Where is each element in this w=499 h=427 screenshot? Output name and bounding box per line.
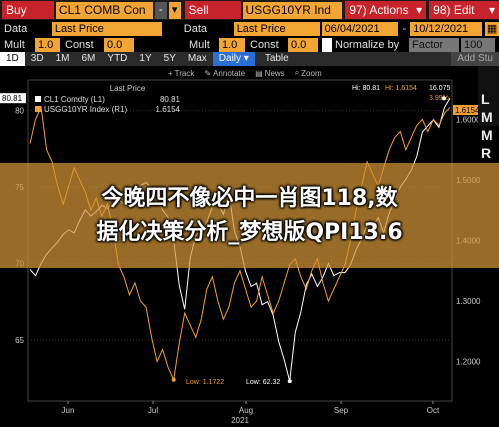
tab-max[interactable]: Max <box>182 52 213 66</box>
chart-legend: Last Price CL1 Comdty (L1) 80.81 USGG10Y… <box>35 84 180 114</box>
hi-left-annotation: Hi: 80.81 <box>352 85 380 92</box>
const2-input[interactable]: 0.0 <box>288 37 318 52</box>
legend-name: USGG10YR Index (R1) <box>44 104 128 114</box>
right-axis-flag-label: 1.6154 <box>455 106 480 115</box>
crosshair-icon: + <box>168 68 173 78</box>
mult2-label: Mult <box>189 38 210 51</box>
date-dash: - <box>402 22 407 35</box>
buy-button[interactable]: Buy <box>2 1 54 19</box>
data2-label: Data <box>183 22 208 35</box>
tab-6m[interactable]: 6M <box>76 52 102 66</box>
actions-label: 97) Actions <box>349 3 409 17</box>
data-select[interactable]: Last Price <box>51 21 162 36</box>
start-date-input[interactable]: 06/04/2021 <box>321 21 399 36</box>
order-toolbar: Buy CL1 COMB Con - ▾ Sell USGG10YR Ind 9… <box>0 0 499 20</box>
zoom-tool[interactable]: ⌕ Zoom <box>295 68 322 78</box>
x-year-label: 2021 <box>231 416 249 425</box>
sell-button[interactable]: Sell <box>184 1 241 19</box>
const-label: Const <box>65 38 94 51</box>
edit-menu[interactable]: 98) Edit ▾ <box>429 1 499 19</box>
table-button[interactable]: Table <box>259 52 295 66</box>
chevron-down-icon: ▾ <box>488 3 495 17</box>
headline-banner: 今晚四不像必中一肖图118,数 据化决策分析_梦想版QPI13.6 <box>0 163 499 268</box>
x-tick-label: Oct <box>427 406 440 415</box>
legend-name: CL1 Comdty (L1) <box>44 94 105 104</box>
annotate-tool[interactable]: ✎ Annotate <box>204 68 245 78</box>
legend-swatch <box>35 96 41 102</box>
add-study-button[interactable]: Add Stu <box>451 52 499 66</box>
chart-tools: + Track ✎ Annotate ▤ News ⌕ Zoom <box>168 68 322 78</box>
stub-letter: R <box>481 145 492 161</box>
mult-label: Mult <box>4 38 25 51</box>
legend-swatch <box>35 106 41 112</box>
frequency-select[interactable]: Daily ▾ <box>212 52 255 66</box>
x-tick-label: Aug <box>239 406 253 415</box>
x-tick-label: Jul <box>148 406 158 415</box>
news-label: News <box>264 68 285 78</box>
left-tick-label: 80 <box>15 107 24 116</box>
banner-line-1: 今晚四不像必中一肖图118,数 <box>101 185 398 211</box>
const-input[interactable]: 0.0 <box>104 37 134 52</box>
low-marker <box>171 377 176 382</box>
actions-menu[interactable]: 97) Actions ▾ <box>345 1 427 19</box>
news-tool[interactable]: ▤ News <box>255 68 285 78</box>
annotate-label: Annotate <box>213 68 246 78</box>
tab-1d[interactable]: 1D <box>0 52 25 66</box>
legend-header: Last Price <box>109 84 146 93</box>
hi-right-annotation: Hi: 1.6154 <box>385 85 417 92</box>
right-panel-stub: L M M R <box>478 66 499 161</box>
calendar-icon[interactable]: ▦ <box>485 21 499 36</box>
hi-marker <box>442 96 446 101</box>
const2-label: Const <box>250 38 279 51</box>
pencil-icon: ✎ <box>204 68 212 78</box>
security2-field[interactable]: USGG10YR Ind <box>242 1 343 19</box>
tab-ytd[interactable]: YTD <box>101 52 133 66</box>
low-marker <box>287 379 292 384</box>
tab-3d[interactable]: 3D <box>25 52 50 66</box>
mult2-input[interactable]: 1.0 <box>219 37 245 52</box>
end-date-input[interactable]: 10/12/2021 <box>410 21 483 36</box>
dropdown-icon[interactable]: ▾ <box>168 1 181 19</box>
banner-line-2: 据化决策分析_梦想版QPI13.6 <box>96 219 403 245</box>
data-row: Data Last Price Data Last Price 06/04/20… <box>0 20 499 37</box>
edit-label: 98) Edit <box>433 3 475 17</box>
legend-value: 1.6154 <box>155 104 180 114</box>
track-label: Track <box>174 68 195 78</box>
chevron-down-icon: ▾ <box>416 3 423 17</box>
normalize-select[interactable]: Factor <box>409 37 459 52</box>
news-icon: ▤ <box>255 68 263 78</box>
zoom-label: Zoom <box>301 68 322 78</box>
transform-row: Mult 1.0 Const 0.0 Mult 1.0 Const 0.0 No… <box>0 37 499 52</box>
legend-row-usgg10yr[interactable]: USGG10YR Index (R1) 1.6154 <box>35 104 180 114</box>
data2-select[interactable]: Last Price <box>233 21 320 36</box>
normalize-label: Normalize by <box>335 38 400 51</box>
x-tick-label: Sep <box>334 406 349 415</box>
data-label: Data <box>4 22 28 35</box>
tab-1y[interactable]: 1Y <box>133 52 157 66</box>
tab-1m[interactable]: 1M <box>50 52 76 66</box>
right-tick-label: 1.2000 <box>456 358 481 367</box>
period-tabs: 1D 3D 1M 6M YTD 1Y 5Y Max Daily ▾ Table … <box>0 52 499 66</box>
normalize-value-input[interactable]: 100 <box>461 37 495 52</box>
legend-value: 80.81 <box>159 94 180 104</box>
track-tool[interactable]: + Track <box>168 68 194 78</box>
right-tick-label: 1.3000 <box>456 297 481 306</box>
x-tick-label: Jun <box>62 406 75 415</box>
left-tick-label: 65 <box>15 336 24 345</box>
stub-letter: M <box>481 127 493 143</box>
normalize-checkbox[interactable] <box>322 37 332 52</box>
tab-5y[interactable]: 5Y <box>158 52 182 66</box>
legend-row-cl1[interactable]: CL1 Comdty (L1) 80.81 <box>35 94 180 104</box>
mult-input[interactable]: 1.0 <box>35 37 60 52</box>
low-right-annotation: Low: 1.1722 <box>186 379 224 386</box>
stub-letter: M <box>481 109 493 125</box>
magnifier-icon: ⌕ <box>294 68 300 77</box>
security1-field[interactable]: CL1 COMB Con <box>55 1 153 19</box>
low-left-annotation: Low: 62.32 <box>246 379 280 386</box>
stub-letter: L <box>481 91 490 107</box>
left-axis-flag-label: 80.81 <box>2 94 23 103</box>
minus-button[interactable]: - <box>154 1 167 19</box>
hi-right2-annotation: 16.075 <box>429 85 451 92</box>
